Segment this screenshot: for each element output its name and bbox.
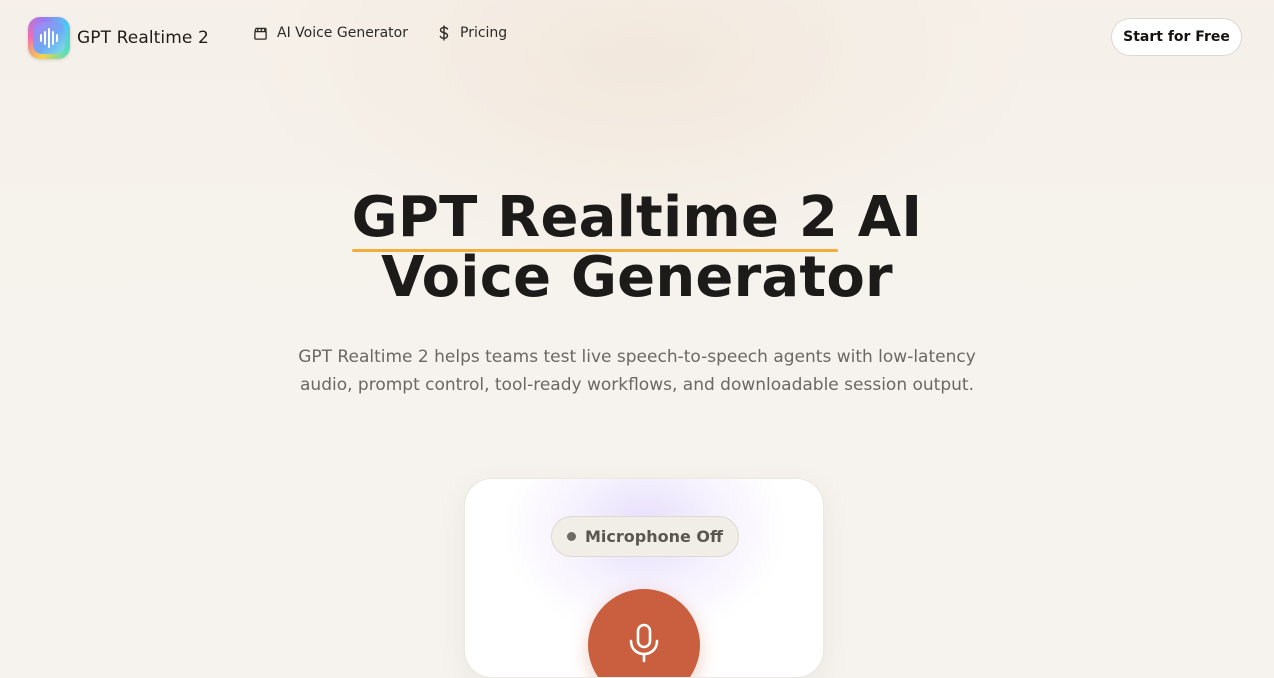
brand-name: GPT Realtime 2 [77,28,209,48]
voice-session-card: Microphone Off [464,478,824,678]
brand-logo-link[interactable]: GPT Realtime 2 [28,17,209,59]
microphone-status-badge: Microphone Off [551,516,739,557]
dollar-icon [439,25,449,41]
title-line-2: Voice Generator [381,245,893,310]
status-dot-icon [567,532,576,541]
subtitle-line-1: GPT Realtime 2 helps teams test live spe… [298,347,976,367]
subtitle-line-2: audio, prompt control, tool-ready workfl… [300,375,974,395]
microphone-icon [629,623,659,663]
title-line-1-rest: AI [838,185,923,250]
title-line-1: GPT Realtime 2 AI [237,185,1037,252]
nav-item-label: Pricing [460,25,508,41]
hero-subtitle: GPT Realtime 2 helps teams test live spe… [297,343,977,399]
sound-wave-logo-icon [28,17,70,59]
clapperboard-icon [254,27,267,40]
title-highlight: GPT Realtime 2 [351,185,839,252]
nav-item-ai-voice-generator[interactable]: AI Voice Generator [253,25,408,41]
nav-item-pricing[interactable]: Pricing [437,25,507,41]
microphone-status-label: Microphone Off [585,527,723,546]
start-for-free-button[interactable]: Start for Free [1111,18,1242,56]
site-header: GPT Realtime 2 AI Voice Generator Pricin… [0,0,1274,76]
nav-item-label: AI Voice Generator [277,25,408,41]
page-title: GPT Realtime 2 AI Voice Generator [237,188,1037,308]
